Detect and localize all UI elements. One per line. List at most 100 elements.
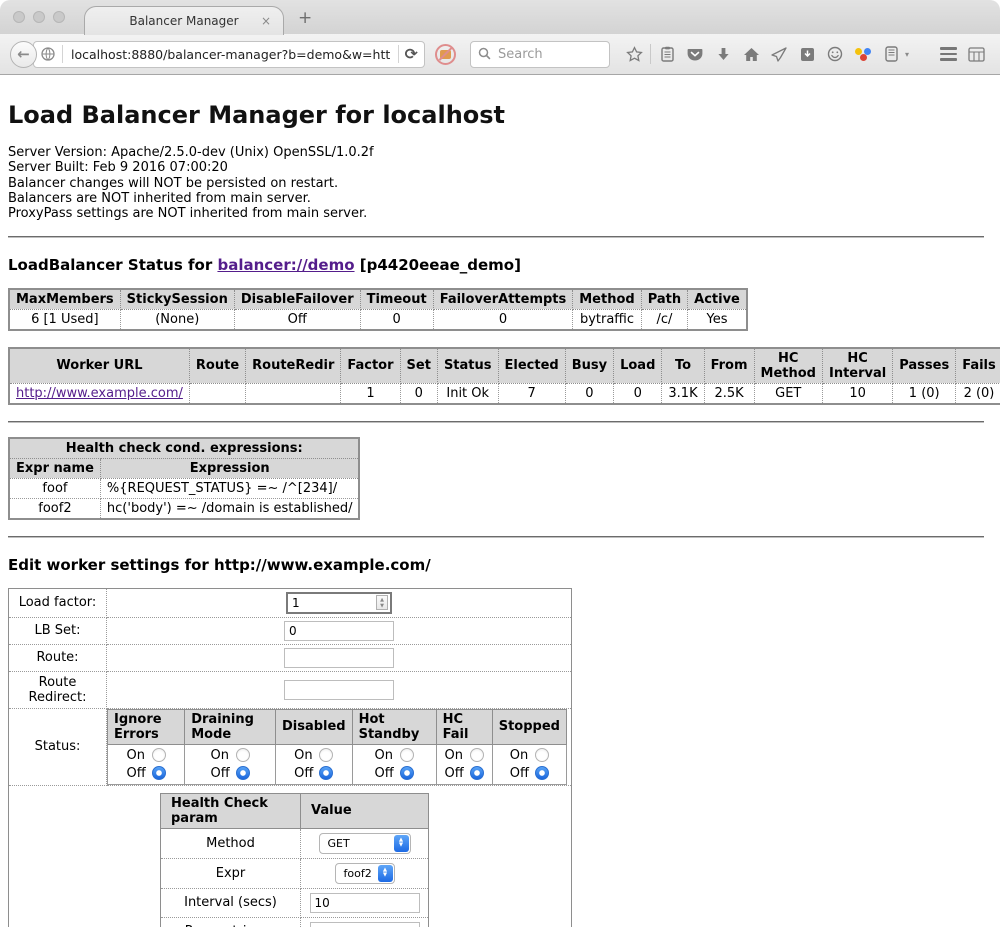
radio-on-label: On bbox=[127, 748, 146, 763]
expr-row: foof2 hc('body') =~ /domain is establish… bbox=[9, 498, 359, 519]
tiles-grid-icon[interactable] bbox=[962, 41, 990, 67]
radio-on-label: On bbox=[510, 748, 529, 763]
cell-hc-interval: 10 bbox=[822, 383, 892, 404]
col-from: From bbox=[704, 348, 754, 384]
interval-input[interactable] bbox=[310, 893, 420, 913]
browser-window: Balancer Manager × + ← ⟳ bbox=[0, 0, 1000, 927]
colored-dots-icon[interactable] bbox=[849, 41, 877, 67]
chevron-down-icon[interactable]: ▾ bbox=[905, 50, 917, 59]
ignore-errors-on-radio[interactable] bbox=[152, 748, 166, 762]
radio-on-label: On bbox=[375, 748, 394, 763]
select-stepper-icon: ▲▼ bbox=[394, 835, 409, 852]
window-controls bbox=[13, 11, 65, 23]
stopped-on-radio[interactable] bbox=[535, 748, 549, 762]
expr-label: Expr bbox=[161, 858, 301, 888]
home-icon[interactable] bbox=[737, 41, 765, 67]
table-header-row: Worker URL Route RouteRedir Factor Set S… bbox=[9, 348, 1000, 384]
divider bbox=[8, 536, 984, 538]
col-busy: Busy bbox=[565, 348, 613, 384]
draining-mode-off-radio[interactable] bbox=[236, 766, 250, 780]
clipboard-icon[interactable] bbox=[653, 41, 681, 67]
menu-hamburger-icon[interactable] bbox=[934, 41, 962, 67]
col-factor: Factor bbox=[341, 348, 400, 384]
disabled-off-radio[interactable] bbox=[319, 766, 333, 780]
hot-standby-off-radio[interactable] bbox=[400, 766, 414, 780]
status-flags-table: Ignore Errors Draining Mode Disabled Hot… bbox=[107, 709, 567, 785]
new-tab-button[interactable]: + bbox=[298, 8, 312, 28]
content-blocked-icon[interactable] bbox=[435, 44, 456, 65]
search-input[interactable] bbox=[496, 46, 586, 63]
route-redirect-input[interactable] bbox=[284, 680, 394, 700]
divider bbox=[8, 421, 984, 423]
hc-fail-on-radio[interactable] bbox=[470, 748, 484, 762]
cell-expression: hc('body') =~ /domain is established/ bbox=[100, 498, 359, 519]
stopped-off-radio[interactable] bbox=[535, 766, 549, 780]
navigation-toolbar: ← ⟳ bbox=[0, 34, 1000, 75]
cell-routeredir bbox=[246, 383, 341, 404]
hc-row-interval: Interval (secs) bbox=[161, 888, 429, 917]
hot-standby-on-radio[interactable] bbox=[400, 748, 414, 762]
bookmark-star-icon[interactable] bbox=[620, 41, 648, 67]
worker-row: http://www.example.com/ 1 0 Init Ok 7 0 … bbox=[9, 383, 1000, 404]
col-method: Method bbox=[573, 289, 641, 310]
col-maxmembers: MaxMembers bbox=[9, 289, 120, 310]
worker-url-link[interactable]: http://www.example.com/ bbox=[16, 386, 183, 401]
globe-icon bbox=[40, 41, 56, 67]
tab-close-icon[interactable]: × bbox=[261, 14, 271, 28]
hc-fail-off-radio[interactable] bbox=[470, 766, 484, 780]
balancer-demo-link[interactable]: balancer://demo bbox=[217, 256, 354, 274]
load-factor-value[interactable] bbox=[288, 595, 376, 611]
hc-row-method: Method GET ▲▼ bbox=[161, 828, 429, 858]
method-select[interactable]: GET ▲▼ bbox=[319, 833, 411, 854]
balancer-status-table: MaxMembers StickySession DisableFailover… bbox=[8, 288, 748, 331]
close-window-button[interactable] bbox=[13, 11, 25, 23]
table-row: 6 [1 Used] (None) Off 0 0 bytraffic /c/ … bbox=[9, 309, 747, 330]
col-disabled: Disabled bbox=[275, 709, 352, 744]
col-path: Path bbox=[641, 289, 687, 310]
urlbar-divider bbox=[62, 45, 63, 63]
draining-mode-on-radio[interactable] bbox=[236, 748, 250, 762]
col-status: Status bbox=[437, 348, 498, 384]
col-hc-fail: HC Fail bbox=[436, 709, 492, 744]
col-to: To bbox=[662, 348, 704, 384]
url-bar[interactable]: ⟳ bbox=[33, 41, 425, 68]
select-stepper-icon: ▲▼ bbox=[378, 865, 393, 882]
download-icon[interactable] bbox=[709, 41, 737, 67]
col-timeout: Timeout bbox=[360, 289, 433, 310]
smiley-feedback-icon[interactable] bbox=[821, 41, 849, 67]
heading-suffix: [p4420eeae_demo] bbox=[355, 256, 521, 274]
save-to-device-icon[interactable] bbox=[793, 41, 821, 67]
url-input[interactable] bbox=[69, 46, 392, 63]
load-factor-input[interactable]: ▲▼ bbox=[286, 592, 392, 614]
send-plane-icon[interactable] bbox=[765, 41, 793, 67]
back-button[interactable]: ← bbox=[10, 41, 37, 68]
route-input[interactable] bbox=[284, 648, 394, 668]
lb-set-label: LB Set: bbox=[9, 617, 107, 644]
passes-input[interactable] bbox=[310, 922, 420, 927]
cell-load: 0 bbox=[614, 383, 662, 404]
radio-off-label: Off bbox=[210, 766, 229, 781]
lb-set-input[interactable] bbox=[284, 621, 394, 641]
urlbar-divider-2 bbox=[398, 45, 399, 63]
radio-off-label: Off bbox=[127, 766, 146, 781]
sidebar-panel-icon[interactable] bbox=[877, 41, 905, 67]
col-hc-param: Health Check param bbox=[161, 793, 301, 828]
ignore-errors-off-radio[interactable] bbox=[152, 766, 166, 780]
col-hot-standby: Hot Standby bbox=[352, 709, 436, 744]
route-redirect-label: Route Redirect: bbox=[9, 671, 107, 708]
minimize-window-button[interactable] bbox=[33, 11, 45, 23]
zoom-window-button[interactable] bbox=[53, 11, 65, 23]
pocket-icon[interactable] bbox=[681, 41, 709, 67]
col-load: Load bbox=[614, 348, 662, 384]
col-hc-interval: HC Interval bbox=[822, 348, 892, 384]
form-row-route: Route: bbox=[9, 644, 572, 671]
search-bar[interactable] bbox=[470, 41, 610, 68]
reload-icon[interactable]: ⟳ bbox=[405, 45, 418, 63]
number-stepper-icon[interactable]: ▲▼ bbox=[376, 595, 388, 610]
expr-select[interactable]: foof2 ▲▼ bbox=[335, 863, 395, 884]
col-hc-value: Value bbox=[301, 793, 429, 828]
status-header-row: Ignore Errors Draining Mode Disabled Hot… bbox=[108, 709, 567, 744]
table-header-row: MaxMembers StickySession DisableFailover… bbox=[9, 289, 747, 310]
disabled-on-radio[interactable] bbox=[319, 748, 333, 762]
tab-balancer-manager[interactable]: Balancer Manager × bbox=[84, 6, 284, 35]
